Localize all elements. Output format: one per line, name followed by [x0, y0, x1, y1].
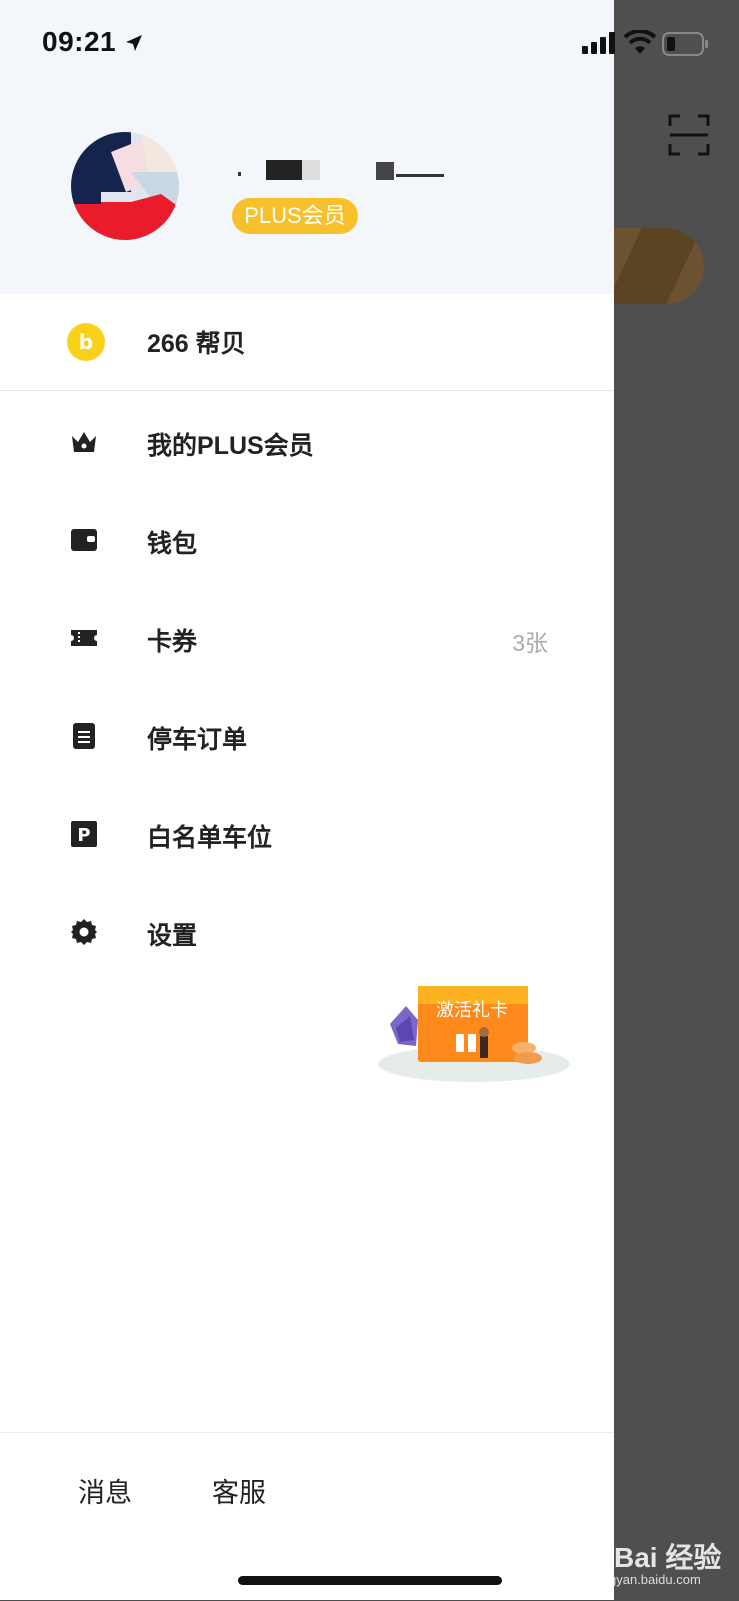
menu-label: 白名单车位	[147, 824, 273, 852]
activate-gift-card-banner[interactable]: 激活礼卡	[376, 984, 572, 1088]
paw-icon	[574, 1520, 606, 1552]
background-banner	[614, 228, 704, 304]
signal-icon	[582, 32, 615, 54]
battery-icon	[662, 32, 708, 56]
location-arrow-icon	[126, 35, 142, 51]
side-drawer: PLUS会员 b 266 帮贝 我的PLUS会员 钱包 卡券 3张 停车订单 P…	[0, 0, 614, 1600]
menu-item-whitelist-spaces[interactable]: P 白名单车位	[0, 784, 614, 882]
menu-label: 停车订单	[147, 726, 248, 754]
menu-label: 我的PLUS会员	[147, 432, 314, 460]
status-bar: 09:21	[0, 0, 739, 88]
menu-label: 卡券	[147, 628, 198, 656]
crown-icon	[72, 432, 96, 452]
menu-item-plus-member[interactable]: 我的PLUS会员	[0, 392, 614, 490]
customer-service-button[interactable]: 客服	[212, 1471, 266, 1510]
order-icon	[73, 723, 95, 749]
avatar[interactable]	[71, 132, 179, 240]
gift-card-label: 激活礼卡	[436, 1000, 508, 1021]
svg-text:P: P	[77, 825, 90, 846]
menu-label: 钱包	[147, 530, 198, 558]
menu-item-coupons[interactable]: 卡券 3张	[0, 588, 614, 686]
parking-icon: P	[71, 821, 97, 847]
status-time: 09:21	[42, 26, 117, 57]
ticket-icon	[71, 630, 97, 646]
masked-username	[238, 160, 444, 180]
points-row[interactable]: b 266 帮贝	[0, 294, 614, 391]
coupon-count: 3张	[512, 630, 548, 656]
svg-text:b: b	[79, 330, 93, 354]
home-indicator[interactable]	[238, 1576, 502, 1585]
messages-button[interactable]: 消息	[78, 1471, 132, 1510]
watermark-text: Bai 经验	[614, 1542, 722, 1573]
baidu-watermark: Bai 经验 jingyan.baidu.com	[566, 1512, 736, 1592]
wallet-icon	[71, 529, 97, 551]
coin-icon: b	[67, 323, 105, 361]
plus-member-badge[interactable]: PLUS会员	[232, 198, 358, 234]
watermark-url: jingyan.baidu.com	[596, 1572, 701, 1587]
menu-item-parking-orders[interactable]: 停车订单	[0, 686, 614, 784]
wifi-icon	[624, 30, 656, 54]
menu-label: 设置	[147, 922, 198, 950]
scan-icon[interactable]	[668, 114, 710, 156]
gear-icon	[71, 919, 97, 945]
points-label: 266 帮贝	[147, 330, 246, 358]
menu-item-settings[interactable]: 设置	[0, 882, 614, 980]
menu-item-wallet[interactable]: 钱包	[0, 490, 614, 588]
